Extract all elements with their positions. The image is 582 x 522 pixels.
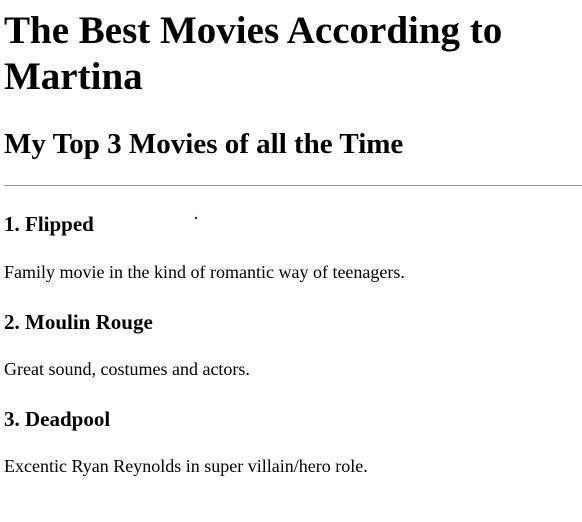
page: The Best Movies According to Martina My … xyxy=(0,0,582,522)
horizontal-divider xyxy=(4,185,582,186)
movie-description-1: Family movie in the kind of romantic way… xyxy=(4,262,405,282)
movie-title-2: 2. Moulin Rouge xyxy=(4,310,153,334)
page-subtitle: My Top 3 Movies of all the Time xyxy=(4,128,404,160)
movie-title-1: 1. Flipped xyxy=(4,212,94,236)
movie-title-3: 3. Deadpool xyxy=(4,407,111,431)
movie-description-3: Excentic Ryan Reynolds in super villain/… xyxy=(4,456,368,476)
stray-dot-mark xyxy=(195,217,197,219)
page-title: The Best Movies According to Martina xyxy=(4,9,503,98)
movie-description-2: Great sound, costumes and actors. xyxy=(4,359,250,379)
